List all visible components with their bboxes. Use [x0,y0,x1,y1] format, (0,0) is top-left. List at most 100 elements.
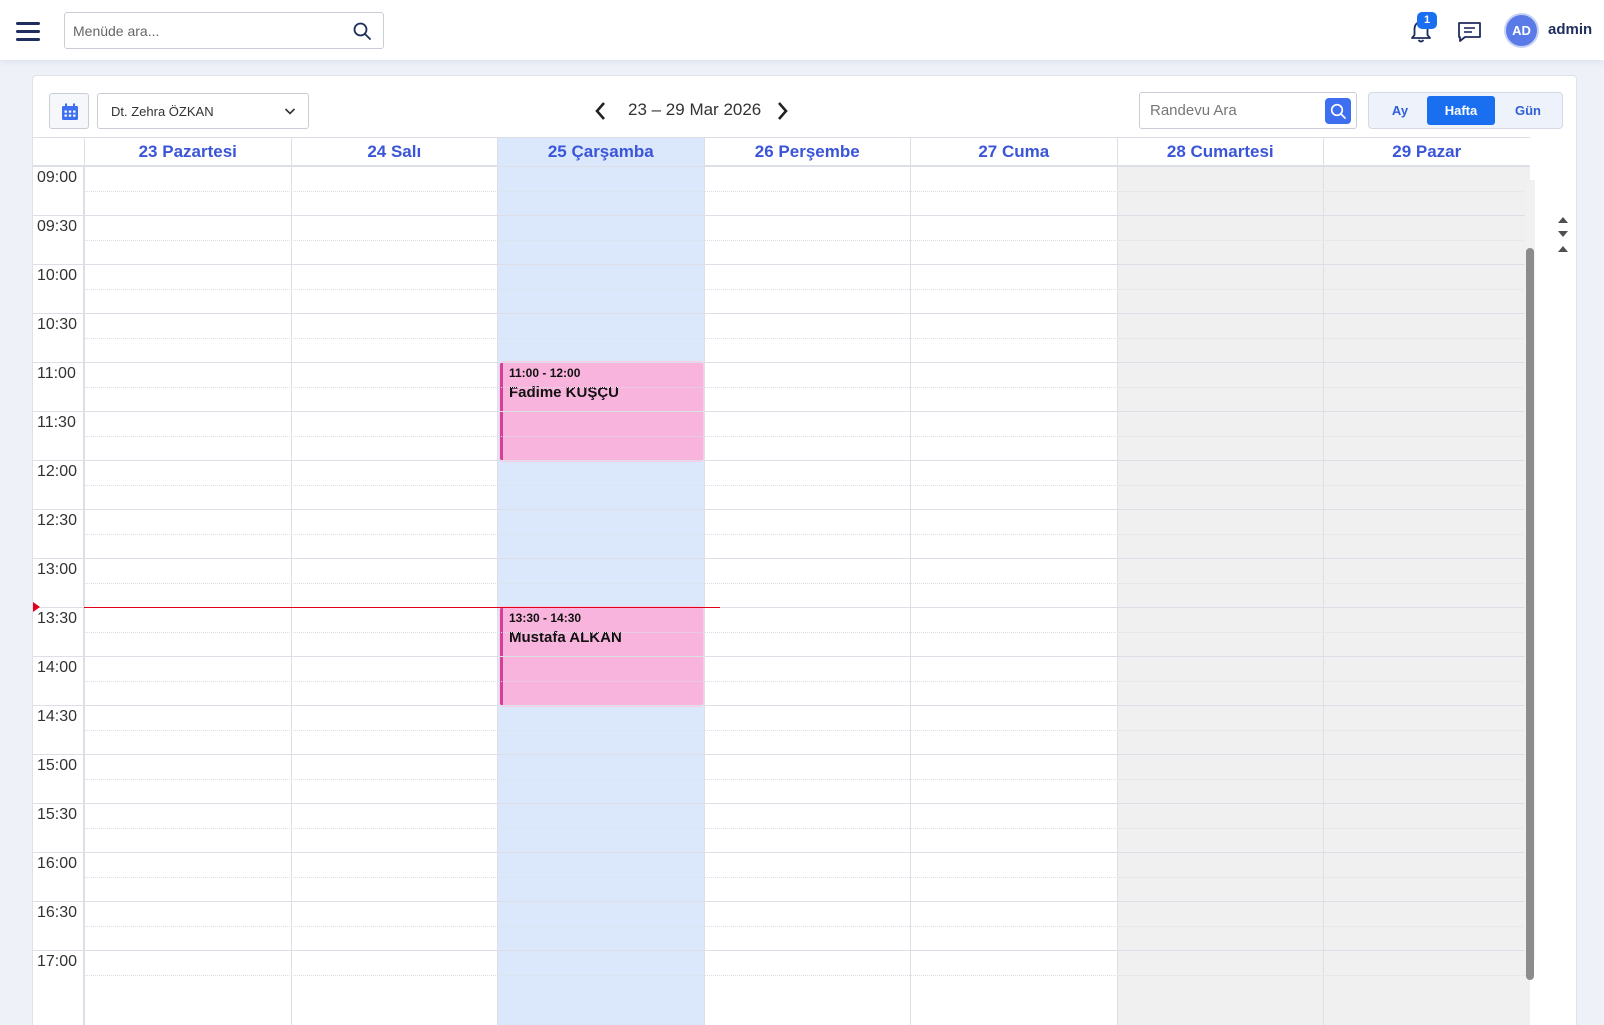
half-slot-line [84,974,1530,976]
half-slot-line [84,288,1530,290]
appointment-time: 11:00 - 12:00 [509,366,581,380]
appointment-search-button[interactable] [1325,98,1351,124]
time-label: 11:30 [37,414,76,431]
calendar-icon [62,103,78,120]
doctor-select[interactable]: Dt. Zehra ÖZKAN [97,93,309,129]
half-slot-line [84,680,1530,682]
day-header[interactable]: 26 Perşembe [703,138,911,166]
time-label: 15:30 [37,806,78,823]
time-gutter-divider [83,166,84,1025]
day-header[interactable]: 25 Çarşamba [497,138,704,166]
day-column[interactable] [1323,166,1530,1025]
half-slot-line [84,190,1530,192]
day-header[interactable]: 23 Pazartesi [84,138,291,166]
time-slot-line [33,656,1530,657]
time-label: 17:00 [37,953,78,970]
time-slot-line [33,852,1530,853]
half-slot-line [84,631,1530,633]
half-slot-line [84,827,1530,829]
day-column[interactable] [1116,166,1323,1025]
search-icon [1330,103,1346,119]
time-slot-line [33,264,1530,265]
time-slot-line [33,166,1530,167]
day-header[interactable]: 27 Cuma [910,138,1117,166]
half-slot-line [84,484,1530,486]
time-slot-line [33,509,1530,510]
previous-week-icon[interactable] [593,100,609,122]
day-column[interactable] [290,166,498,1025]
scrollbar-thumb[interactable] [1526,248,1534,980]
time-label: 14:30 [37,708,78,725]
day-header[interactable]: 29 Pazar [1323,138,1530,166]
day-header[interactable]: 24 Salı [290,138,498,166]
time-slot-line [33,803,1530,804]
time-label: 11:00 [37,365,76,382]
time-gutter-header [33,138,84,166]
username[interactable]: admin [1548,21,1592,38]
avatar[interactable]: AD [1504,13,1539,48]
day-column[interactable] [703,166,911,1025]
view-week-button[interactable]: Hafta [1427,96,1495,125]
week-grid: 23 Pazartesi 24 Salı 25 Çarşamba 26 Perşemb… [33,137,1530,1025]
time-slot-line [33,558,1530,559]
day-column[interactable] [84,166,291,1025]
half-slot-line [84,925,1530,927]
appointment-search-box [1139,92,1357,129]
half-slot-line [84,386,1530,388]
scroll-down-arrow-icon[interactable] [1558,231,1568,237]
view-day-button[interactable]: Gün [1497,96,1559,125]
search-icon[interactable] [353,22,371,40]
time-slot-line [33,460,1530,461]
time-label: 14:00 [37,659,78,676]
time-slot-line [33,705,1530,706]
day-column[interactable] [910,166,1117,1025]
time-slot-line [33,411,1530,412]
chevron-down-icon [284,108,296,115]
time-slot-line [33,754,1530,755]
time-slot-line [33,362,1530,363]
time-label: 09:00 [37,169,78,186]
half-slot-line [84,533,1530,535]
hamburger-menu-icon[interactable] [16,22,40,41]
view-toggle: Ay Hafta Gün [1368,92,1563,129]
day-header[interactable]: 28 Cumartesi [1116,138,1324,166]
time-slot-line [33,950,1530,951]
menu-search-box [64,12,384,49]
time-slot-line [33,901,1530,902]
time-label: 12:30 [37,512,78,529]
view-month-button[interactable]: Ay [1375,96,1425,125]
half-slot-line [84,239,1530,241]
time-label: 12:00 [37,463,78,480]
doctor-select-value: Dt. Zehra ÖZKAN [111,104,214,119]
time-label: 15:00 [37,757,78,774]
time-label: 09:30 [37,218,78,235]
menu-search-input[interactable] [65,13,345,48]
appointment-search-input[interactable] [1140,93,1320,128]
half-slot-line [84,876,1530,878]
message-icon[interactable] [1457,21,1482,43]
half-slot-line [84,729,1530,731]
calendar-card: Dt. Zehra ÖZKAN 23 – 29 Mar 2026 Ay Haft… [32,75,1577,1025]
notification-count-badge: 1 [1417,12,1437,29]
scroll-up-arrow-icon[interactable] [1558,217,1568,223]
time-label: 13:00 [37,561,78,578]
half-slot-line [84,435,1530,437]
date-range-title: 23 – 29 Mar 2026 [628,100,762,119]
calendar-picker-button[interactable] [49,93,89,129]
time-label: 16:30 [37,904,78,921]
appointment-time: 13:30 - 14:30 [509,611,582,625]
time-label: 10:00 [37,267,78,284]
current-time-arrow-icon [33,602,40,612]
half-slot-line [84,337,1530,339]
time-slot-line [33,313,1530,314]
half-slot-line [84,582,1530,584]
top-bar: 1 AD admin [0,0,1604,60]
day-column[interactable]: 11:00 - 12:00 Fadime KUŞÇU 13:30 - 14:30 Mu… [497,166,704,1025]
time-slot-line [33,215,1530,216]
time-label: 10:30 [37,316,78,333]
time-label: 16:00 [37,855,78,872]
scroll-up-arrow-icon[interactable] [1558,246,1568,252]
time-label: 13:30 [37,610,78,627]
next-week-icon[interactable] [774,100,790,122]
day-header-row: 23 Pazartesi 24 Salı 25 Çarşamba 26 Perşemb… [33,137,1530,166]
